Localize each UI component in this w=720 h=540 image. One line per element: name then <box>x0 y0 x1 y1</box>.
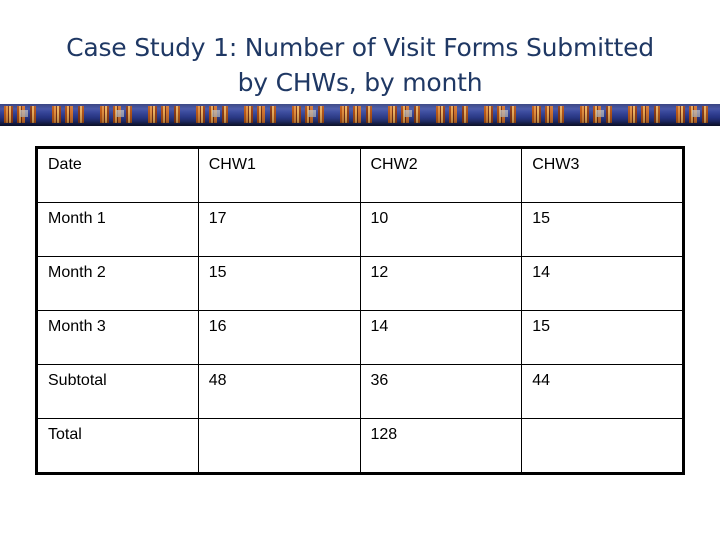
column-header-chw1: CHW1 <box>197 147 361 203</box>
cell-value-empty <box>197 418 361 474</box>
cell-value: 17 <box>197 202 361 257</box>
table-row-subtotal: Subtotal 48 36 44 <box>36 364 684 419</box>
table-row: Month 1 17 10 15 <box>36 202 684 257</box>
cell-value: 48 <box>197 364 361 419</box>
cell-value: 14 <box>359 310 523 365</box>
cell-value: 16 <box>197 310 361 365</box>
cell-value-total: 128 <box>359 418 523 474</box>
table-row: Month 2 15 12 14 <box>36 256 684 311</box>
page-title-line-2: by CHWs, by month <box>237 68 483 97</box>
cell-value: 36 <box>359 364 523 419</box>
row-label: Subtotal <box>36 364 199 419</box>
table-row: Month 3 16 14 15 <box>36 310 684 365</box>
table-header-row: Date CHW1 CHW2 CHW3 <box>36 147 684 203</box>
table-body: Date CHW1 CHW2 CHW3 Month 1 17 10 15 Mon… <box>36 147 684 474</box>
ribbon-divider <box>0 104 720 126</box>
cell-value: 14 <box>521 256 684 311</box>
page-title: Case Study 1: Number of Visit Forms Subm… <box>0 30 720 100</box>
column-header-chw2: CHW2 <box>359 147 523 203</box>
table-row-total: Total 128 <box>36 418 684 474</box>
cell-value-empty <box>521 418 684 474</box>
row-label: Total <box>36 418 199 474</box>
cell-value: 15 <box>521 310 684 365</box>
column-header-chw3: CHW3 <box>521 147 684 203</box>
cell-value: 15 <box>197 256 361 311</box>
row-label: Month 2 <box>36 256 199 311</box>
cell-value: 44 <box>521 364 684 419</box>
row-label: Month 3 <box>36 310 199 365</box>
cell-value: 10 <box>359 202 523 257</box>
ribbon-shading <box>0 104 720 126</box>
cell-value: 15 <box>521 202 684 257</box>
row-label: Month 1 <box>36 202 199 257</box>
cell-value: 12 <box>359 256 523 311</box>
column-header-date: Date <box>36 147 199 203</box>
page-title-line-1: Case Study 1: Number of Visit Forms Subm… <box>66 33 654 62</box>
visit-forms-table: Date CHW1 CHW2 CHW3 Month 1 17 10 15 Mon… <box>35 146 685 475</box>
